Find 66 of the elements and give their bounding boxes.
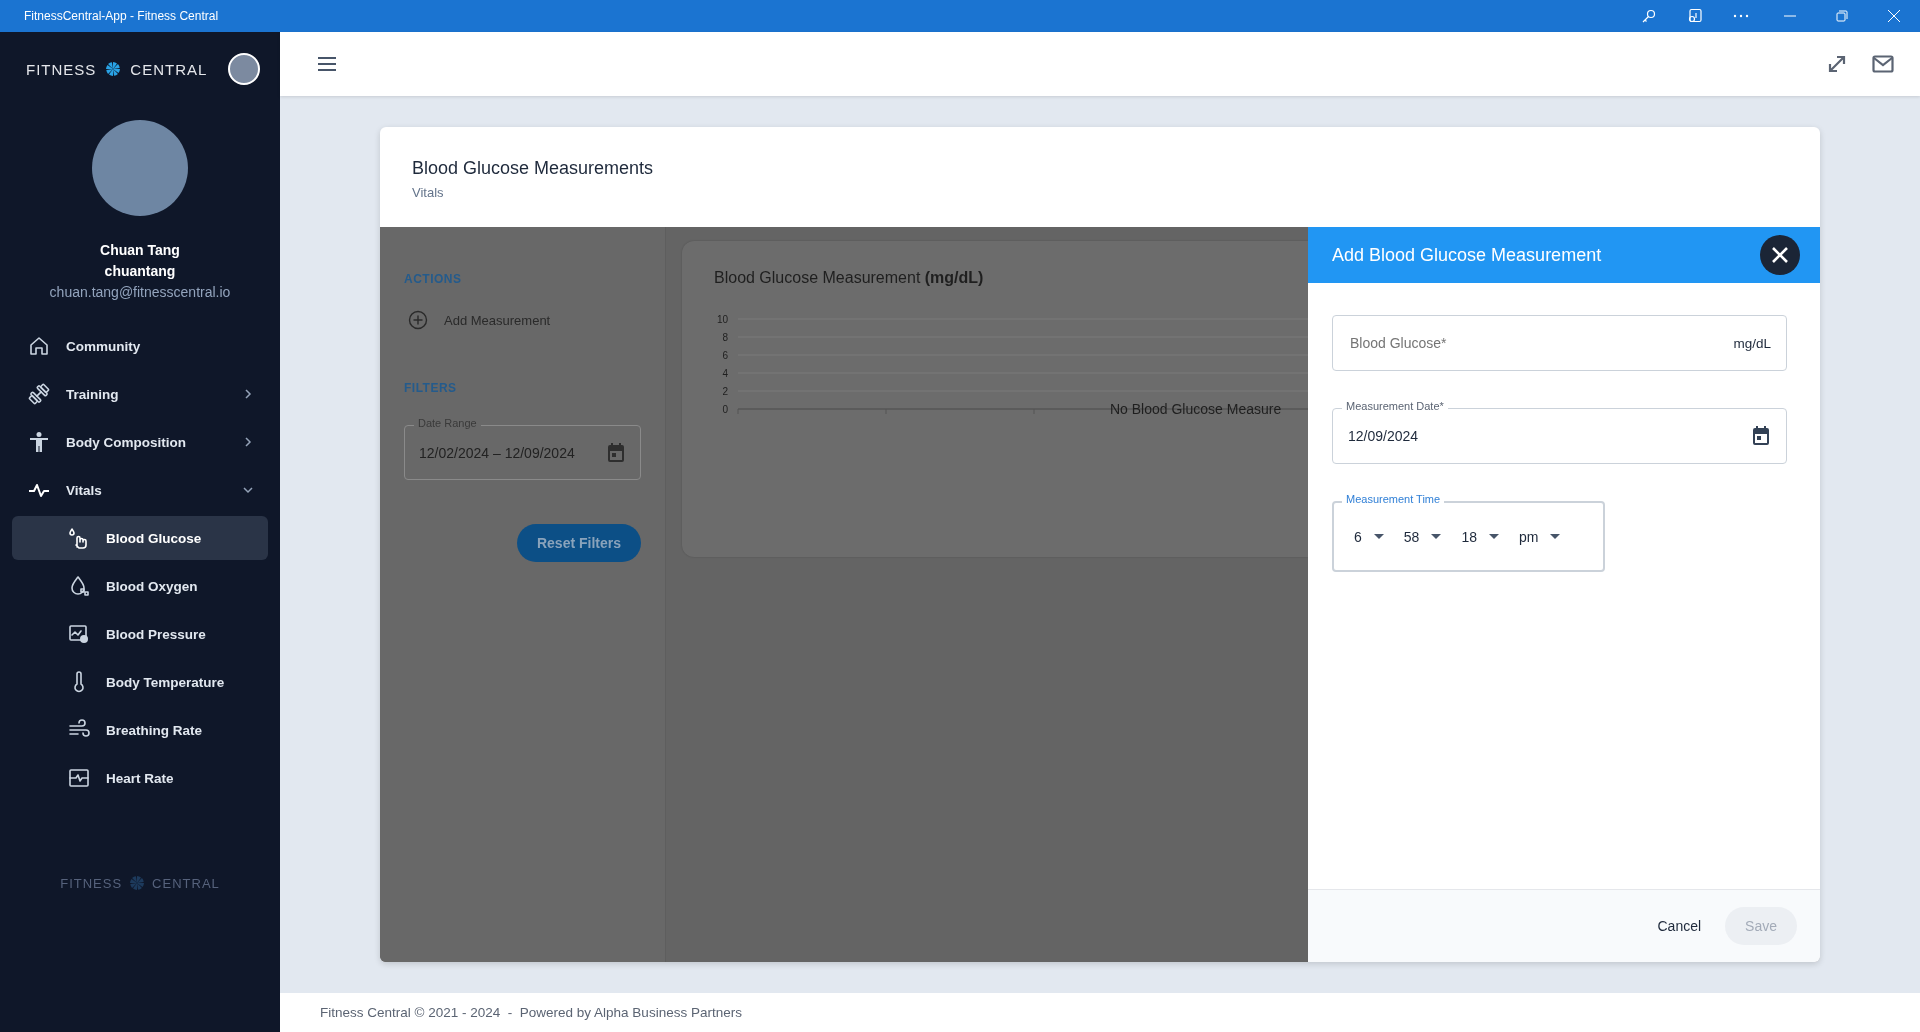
nav-item[interactable]: Blood Oxygen bbox=[12, 564, 268, 608]
section-heading: FILTERS bbox=[404, 381, 458, 395]
user-email: chuan.tang@fitnesscentral.io bbox=[49, 284, 231, 300]
axis-tick-label: 0 bbox=[722, 403, 728, 415]
heart-monitor-icon bbox=[68, 767, 90, 789]
nav-item[interactable]: Blood Pressure bbox=[12, 612, 268, 656]
nav-item[interactable]: Community bbox=[12, 324, 268, 368]
footer-text: Fitness Central © 2021 - 2024 - Powered by Alpha Business Partners bbox=[320, 1005, 742, 1020]
nav-item[interactable]: Breathing Rate bbox=[12, 708, 268, 752]
dumbbell-icon bbox=[28, 383, 50, 405]
plus-circle-icon bbox=[408, 310, 428, 330]
user-name: Chuan Tang bbox=[100, 242, 180, 258]
page-subtitle: Vitals bbox=[412, 185, 445, 200]
time-dropdown[interactable]: 18 bbox=[1451, 521, 1509, 552]
home-icon bbox=[28, 335, 50, 357]
chevron-down-icon bbox=[242, 484, 254, 496]
swirl-logo-icon bbox=[104, 60, 123, 78]
field-label: Measurement Time bbox=[1342, 494, 1445, 505]
time-dropdown[interactable]: 58 bbox=[1393, 521, 1452, 552]
time-dropdown[interactable]: pm bbox=[1508, 521, 1571, 552]
nav-item[interactable]: Vitals bbox=[12, 468, 268, 512]
cancel-button[interactable]: Cancel bbox=[1643, 908, 1716, 944]
username: chuantang bbox=[104, 263, 176, 279]
nav-item[interactable]: Training bbox=[12, 372, 268, 416]
faded-logo-text: FITNESS bbox=[60, 875, 123, 891]
calendar-icon bbox=[1751, 426, 1771, 446]
field-value: 12/02/2024 – 12/09/2024 bbox=[419, 444, 576, 461]
chart-title: Blood Glucose Measurement (mg/dL) bbox=[714, 269, 985, 287]
close-button[interactable] bbox=[1760, 235, 1800, 275]
swirl-logo-icon bbox=[128, 874, 147, 892]
caret-icon bbox=[1550, 534, 1561, 539]
drop-icon bbox=[68, 575, 90, 597]
field-value: 12/09/2024 bbox=[1348, 428, 1420, 444]
nav-item[interactable]: Heart Rate bbox=[12, 756, 268, 800]
chevron-right-icon bbox=[242, 388, 254, 400]
logo-text: FITNESS bbox=[26, 60, 97, 78]
axis-tick-label: 2 bbox=[722, 385, 728, 397]
axis-tick-label: 6 bbox=[722, 349, 728, 361]
time-dropdown[interactable]: 6 bbox=[1344, 521, 1394, 552]
axis-tick-label: 4 bbox=[722, 367, 728, 379]
drawer-title: Add Blood Glucose Measurement bbox=[1332, 244, 1603, 266]
axis-tick-label: 8 bbox=[722, 331, 728, 343]
chevron-right-icon bbox=[242, 436, 254, 448]
field-label: Measurement Date* bbox=[1342, 401, 1448, 412]
close-icon bbox=[1771, 246, 1789, 264]
nav-item[interactable]: Blood Glucose bbox=[12, 516, 268, 560]
caret-icon bbox=[1431, 534, 1442, 539]
caret-icon bbox=[1488, 534, 1499, 539]
axis-tick-label: 10 bbox=[716, 313, 728, 325]
text-input[interactable]: Blood Glucose* bbox=[1348, 334, 1734, 352]
avatar[interactable] bbox=[228, 53, 260, 85]
gauge-icon bbox=[68, 623, 90, 645]
logo-text: CENTRAL bbox=[130, 60, 208, 78]
nav-item[interactable]: Body Composition bbox=[12, 420, 268, 464]
person-icon bbox=[28, 431, 50, 453]
nav-item[interactable]: Body Temperature bbox=[12, 660, 268, 704]
section-heading: ACTIONS bbox=[404, 272, 463, 286]
calendar-icon bbox=[606, 442, 626, 463]
page-title: Blood Glucose Measurements bbox=[412, 158, 655, 179]
unit-label: mg/dL bbox=[1733, 335, 1771, 351]
finger-drop-icon bbox=[68, 527, 90, 549]
blood-glucose-field[interactable]: Blood Glucose* mg/dL bbox=[1332, 315, 1787, 371]
no-data-message: No Blood Glucose Measure bbox=[1110, 401, 1282, 417]
window-title: FitnessCentral-App - Fitness Central bbox=[24, 9, 220, 23]
caret-icon bbox=[1373, 534, 1384, 539]
faded-logo-text: CENTRAL bbox=[152, 875, 220, 891]
